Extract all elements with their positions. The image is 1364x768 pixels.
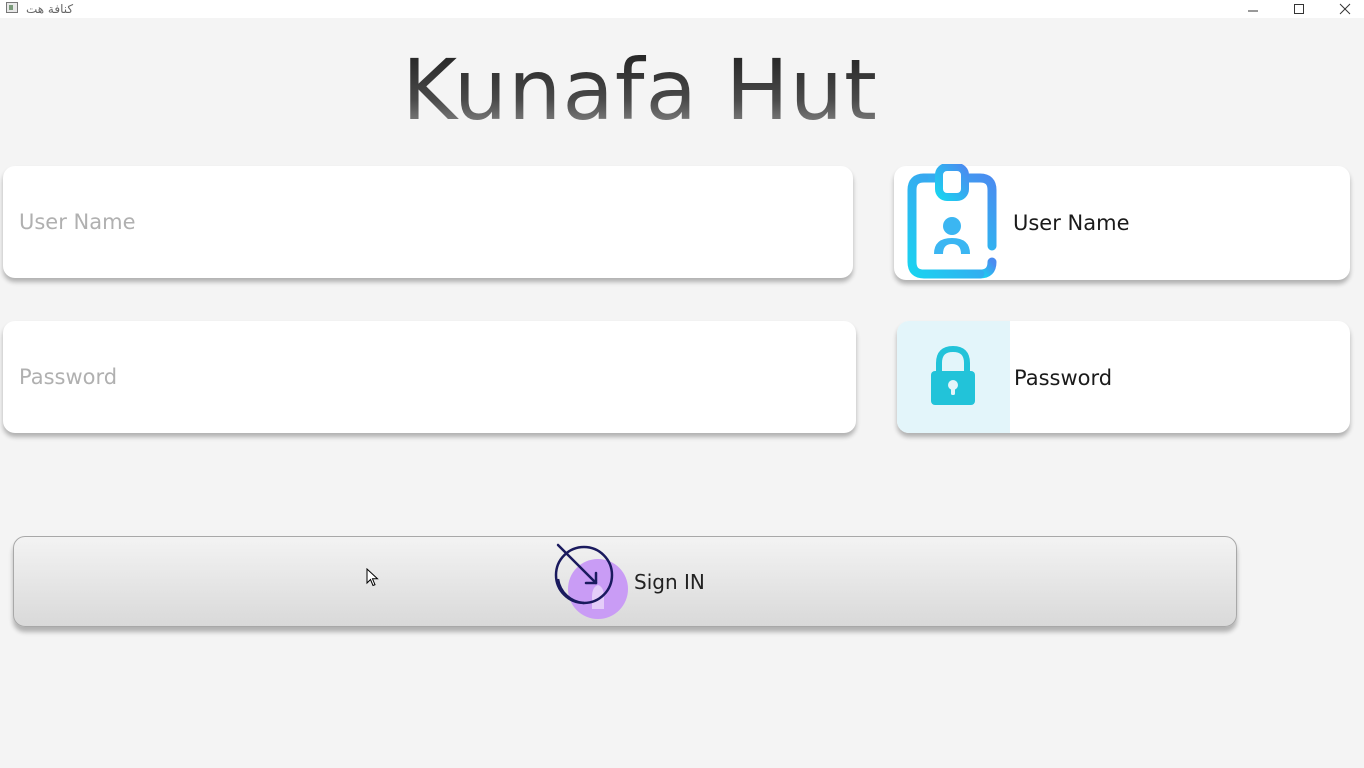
- username-label: User Name: [1013, 211, 1130, 235]
- lock-icon-tile: [897, 321, 1010, 433]
- app-icon: [6, 2, 18, 13]
- minimize-button[interactable]: [1230, 0, 1276, 18]
- sign-in-button[interactable]: Sign IN: [13, 536, 1237, 627]
- password-input[interactable]: [19, 321, 856, 433]
- password-field-container: [3, 321, 856, 433]
- username-label-card: User Name: [894, 164, 1350, 280]
- window-titlebar: كنافة هت: [0, 0, 1364, 18]
- password-label-card: Password: [897, 321, 1350, 433]
- maximize-button[interactable]: [1276, 0, 1322, 18]
- close-icon: [1339, 3, 1351, 15]
- lock-icon: [931, 345, 975, 405]
- mouse-cursor-icon: [366, 568, 379, 587]
- window-title: كنافة هت: [26, 2, 74, 16]
- minimize-icon: [1248, 10, 1258, 12]
- maximize-icon: [1294, 4, 1304, 14]
- id-badge-icon: [907, 164, 997, 279]
- close-button[interactable]: [1322, 0, 1364, 18]
- sign-in-label: Sign IN: [634, 570, 705, 594]
- username-field-container: [3, 166, 853, 278]
- password-label: Password: [1014, 366, 1113, 390]
- app-title: Kunafa Hut: [300, 42, 980, 138]
- username-input[interactable]: [19, 166, 853, 278]
- sign-in-icon: [554, 543, 628, 619]
